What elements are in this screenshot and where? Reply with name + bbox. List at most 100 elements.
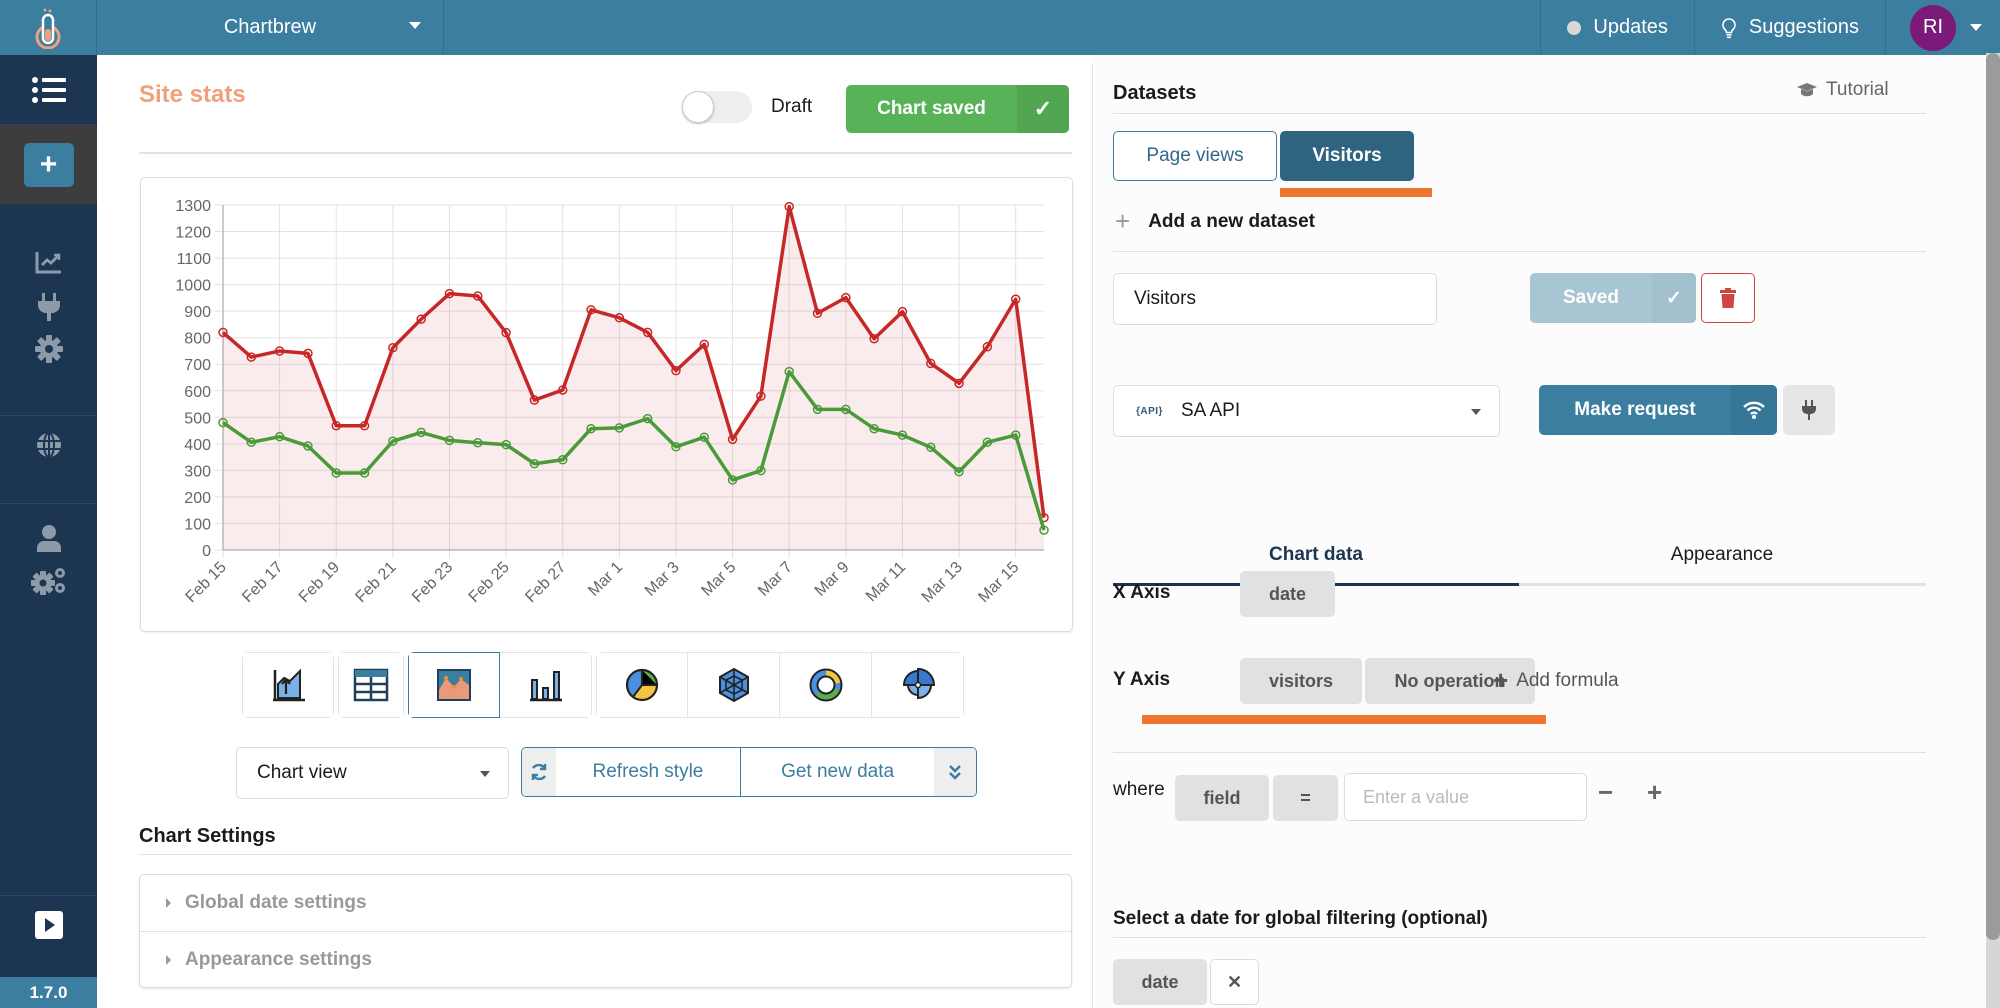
chart-type-bar[interactable] <box>500 652 592 718</box>
global-filter-field-button[interactable]: date <box>1113 959 1207 1005</box>
accordion-appearance-settings[interactable]: Appearance settings <box>140 931 1071 987</box>
dataset-tab-page-views[interactable]: Page views <box>1113 131 1277 181</box>
check-icon: ✓ <box>1652 273 1696 323</box>
graduation-cap-icon <box>1797 83 1817 97</box>
where-value-input[interactable]: Enter a value <box>1344 773 1587 821</box>
trash-icon <box>1720 288 1736 308</box>
x-axis-label: X Axis <box>1113 582 1171 603</box>
y-tick-label: 400 <box>184 437 211 454</box>
sidebar-item-public-dashboard[interactable] <box>0 431 97 459</box>
project-name: Chartbrew <box>223 16 317 38</box>
x-tick-label: Feb 25 <box>466 559 513 606</box>
save-dataset-label: Saved <box>1563 287 1619 308</box>
project-dropdown[interactable]: Chartbrew <box>97 0 444 55</box>
doughnut-chart-icon <box>809 668 842 702</box>
draft-toggle[interactable] <box>682 91 752 123</box>
save-chart-button[interactable]: Chart saved ✓ <box>846 85 1069 133</box>
close-icon: ✕ <box>1226 971 1243 992</box>
y-axis-field-button[interactable]: visitors <box>1240 658 1362 704</box>
x-tick-label: Feb 15 <box>183 559 230 606</box>
add-formula-button[interactable]: + Add formula <box>1493 665 1619 696</box>
api-icon: {API} <box>1136 405 1163 417</box>
divider <box>139 854 1072 855</box>
add-formula-label: Add formula <box>1516 669 1619 691</box>
edit-connection-button[interactable] <box>1783 385 1835 435</box>
suggestions-button[interactable]: Suggestions <box>1693 0 1885 55</box>
line-chart: 0 100 200 300 400 500 600 700 800 900 1000 1100 1200… <box>175 198 1049 606</box>
tutorial-button[interactable]: Tutorial <box>1796 79 1889 101</box>
updates-label: Updates <box>1593 16 1668 38</box>
chart-type-pie[interactable] <box>596 652 688 718</box>
chart-line-icon <box>35 252 61 274</box>
where-operator-button[interactable]: = <box>1273 775 1338 821</box>
radar-chart-icon <box>718 667 749 703</box>
chart-type-polar[interactable] <box>872 652 964 718</box>
x-tick-label: Mar 15 <box>975 559 1022 606</box>
y-axis-label: Y Axis <box>1113 669 1171 690</box>
chart-type-doughnut[interactable] <box>780 652 872 718</box>
y-tick-label: 1100 <box>177 251 212 268</box>
sidebar-item-connections[interactable] <box>0 293 97 321</box>
avatar[interactable]: RI <box>1910 4 1956 51</box>
clear-global-filter-button[interactable]: ✕ <box>1210 959 1259 1005</box>
dataset-tab-visitors[interactable]: Visitors <box>1280 131 1414 181</box>
delete-dataset-button[interactable] <box>1701 273 1755 323</box>
add-condition-button[interactable]: + <box>1647 777 1662 808</box>
chart-view-select[interactable]: Chart view <box>236 747 509 799</box>
refresh-icon[interactable] <box>522 748 556 796</box>
pie-chart-icon <box>625 668 659 702</box>
x-tick-label: Feb 27 <box>522 559 569 606</box>
plug-icon <box>1802 400 1816 420</box>
connection-select[interactable]: {API} SA API <box>1113 385 1500 437</box>
accordion-global-date-settings[interactable]: Global date settings <box>140 875 1071 931</box>
get-new-data-button[interactable]: Get new data <box>740 748 934 796</box>
lightbulb-icon <box>1722 17 1736 38</box>
chevron-down-icon <box>480 771 490 777</box>
highlight-underline <box>1280 188 1432 197</box>
globe-icon <box>36 432 61 458</box>
y-tick-label: 600 <box>184 384 211 401</box>
chart-type-line[interactable] <box>408 652 500 718</box>
x-tick-label: Mar 7 <box>755 559 796 600</box>
y-tick-label: 300 <box>184 463 211 480</box>
y-tick-label: 1200 <box>175 225 211 242</box>
double-chevron-down-icon <box>949 765 961 780</box>
divider <box>139 152 1072 154</box>
chart-title[interactable]: Site stats <box>139 81 246 109</box>
where-field-button[interactable]: field <box>1175 775 1269 821</box>
x-tick-label: Mar 11 <box>863 559 909 605</box>
caret-right-icon <box>166 898 171 908</box>
user-menu[interactable]: RI <box>1885 0 2000 55</box>
tab-appearance[interactable]: Appearance <box>1519 525 1925 585</box>
plug-icon <box>37 293 60 321</box>
sidebar-item-project-settings[interactable] <box>0 335 97 363</box>
refresh-style-button[interactable]: Refresh style <box>556 748 740 796</box>
chart-type-radar[interactable] <box>688 652 780 718</box>
more-options-button[interactable] <box>934 748 976 796</box>
chevron-down-icon <box>1970 24 1982 31</box>
x-tick-label: Feb 23 <box>409 559 456 606</box>
y-tick-label: 900 <box>184 304 211 321</box>
sidebar-menu-toggle[interactable] <box>0 55 97 125</box>
save-dataset-button[interactable]: Saved ✓ <box>1530 273 1696 323</box>
chart-type-table[interactable] <box>338 652 404 718</box>
updates-button[interactable]: Updates <box>1540 0 1694 55</box>
sidebar-item-tutorial-video[interactable] <box>0 911 97 939</box>
x-axis-field-button[interactable]: date <box>1240 571 1335 617</box>
sidebar: + 1.7.0 <box>0 55 97 1008</box>
sidebar-item-team-members[interactable] <box>0 524 97 552</box>
chart-type-kpi[interactable] <box>242 652 334 718</box>
suggestions-label: Suggestions <box>1748 16 1859 38</box>
logo[interactable] <box>0 0 97 55</box>
dataset-name-input[interactable]: Visitors <box>1113 273 1437 325</box>
sidebar-item-dashboard[interactable] <box>0 250 97 274</box>
scrollbar-thumb[interactable] <box>1986 53 2000 493</box>
chart-preview: 0 100 200 300 400 500 600 700 800 900 1000 1100 1200… <box>140 177 1073 632</box>
sidebar-item-team-settings[interactable] <box>0 567 97 595</box>
remove-condition-button[interactable]: − <box>1598 777 1613 808</box>
add-dataset-button[interactable]: + Add a new dataset <box>1115 206 1315 237</box>
chart-editor: Site stats Draft Chart saved ✓ 0 100 200 30… <box>97 55 1092 1008</box>
add-chart-button[interactable]: + <box>23 142 74 187</box>
line-chart-icon <box>437 669 471 701</box>
make-request-button[interactable]: Make request <box>1539 385 1777 435</box>
